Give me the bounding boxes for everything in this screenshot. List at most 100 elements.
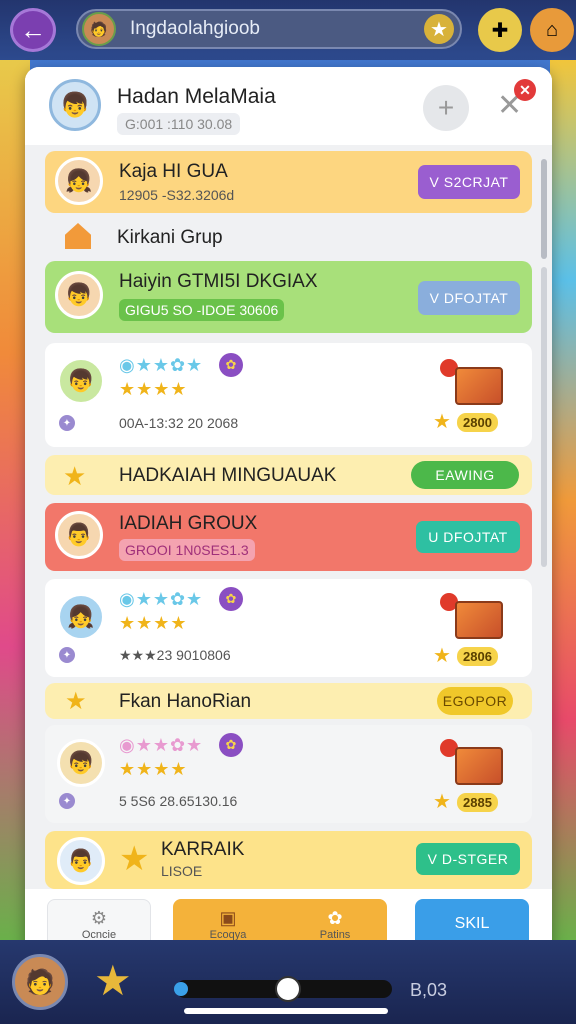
top-bar: ← 🧑 Ingdaolahgioob ★ ✚ ⌂ — [0, 0, 576, 60]
tab-patins[interactable]: ✿ Patins — [320, 908, 351, 941]
rating-stars: ◉★★✿★ — [119, 355, 204, 375]
close-badge: ✕ — [514, 79, 536, 101]
rating-stars: ◉★★✿★ — [119, 735, 204, 755]
gift-icon: ✚ — [491, 19, 509, 42]
avatar: 👨 — [57, 837, 105, 885]
player-avatar[interactable]: 🧑 — [12, 954, 68, 1010]
row-name: Haiyin GTMI5I DKGIAX — [119, 271, 318, 292]
list-item[interactable]: 👦 Haiyin GTMI5I DKGIAX GIGU5 SO -IDOE 30… — [45, 261, 532, 333]
section-header: ★ HADKAIAH MINGUAUAK EAWING — [45, 455, 532, 495]
coin-value: 2885 — [457, 793, 498, 812]
avatar: 👧 — [55, 157, 103, 205]
avatar: 👦 — [57, 739, 105, 787]
row-action-button[interactable]: V D-STGER — [416, 843, 520, 875]
group-panel: 👦 Hadan MelaMaia G:001 :110 30.08 + ✕ ✕ … — [25, 67, 552, 957]
search-text: Ingdaolahgioob — [130, 18, 260, 39]
avatar: 👧 — [57, 593, 105, 641]
slider-start-dot — [174, 982, 188, 996]
add-button[interactable]: + — [423, 85, 469, 131]
rating-stars: ★★★★ — [119, 379, 188, 399]
background-right — [550, 60, 576, 940]
coin-value: 2806 — [457, 647, 498, 666]
row-sub: GIGU5 SO -IDOE 30606 — [119, 299, 285, 321]
avatar: 👦 — [57, 357, 105, 405]
section-title: Fkan HanoRian — [119, 691, 252, 712]
section-button[interactable]: EGOPOR — [437, 687, 513, 715]
list-item[interactable]: 👨 IADIAH GROUX GROOI 1N0SES1.3 U DFOJTAT — [45, 503, 532, 571]
rating-stars: ◉★★✿★ — [119, 589, 204, 609]
row-name: IADIAH GROUX — [119, 513, 258, 534]
plus-icon: + — [437, 92, 455, 123]
row-action-button[interactable]: V S2CRJAT — [418, 165, 520, 199]
back-icon: ← — [20, 14, 46, 45]
section-title: Kirkani Grup — [117, 227, 223, 248]
section-header: Kirkani Grup — [45, 217, 532, 257]
scrollbar[interactable] — [541, 159, 547, 259]
avatar: 👦 — [55, 271, 103, 319]
bottom-value: B,03 — [410, 980, 448, 1000]
home-indicator — [184, 1008, 388, 1014]
header-avatar: 👦 — [49, 79, 101, 131]
star-icon: ★ — [94, 957, 132, 1004]
avatar: 👨 — [55, 511, 103, 559]
star-icon: ★ — [433, 645, 451, 667]
row-sub: 5 5S6 28.65130.16 — [119, 793, 238, 809]
home-icon: ⌂ — [545, 18, 559, 41]
coin-value: 2800 — [457, 413, 498, 432]
home-button[interactable]: ⌂ — [530, 8, 574, 52]
badge-icon: ✿ — [219, 587, 243, 611]
star-icon: ★ — [65, 688, 87, 715]
gear-icon: ✿ — [327, 907, 343, 928]
row-name: Kaja HI GUA — [119, 161, 228, 182]
row-action-button[interactable]: V DFOJTAT — [418, 281, 520, 315]
badge-icon: ✿ — [219, 353, 243, 377]
panel-title: Hadan MelaMaia — [117, 85, 276, 108]
box-icon: ▣ — [219, 907, 237, 928]
row-sub: LISOE — [161, 863, 203, 879]
back-button[interactable]: ← — [10, 8, 56, 52]
star-icon: ★ — [63, 461, 87, 491]
row-name: KARRAIK — [161, 839, 245, 860]
treasure-box-icon — [455, 367, 503, 405]
badge-icon: ✿ — [219, 733, 243, 757]
rating-stars: ★★★★ — [119, 759, 188, 779]
star-icon: ★ — [433, 791, 451, 813]
tab-label: Patins — [319, 928, 351, 941]
info-icon: ✦ — [59, 415, 75, 431]
treasure-box-icon — [455, 747, 503, 785]
info-icon: ✦ — [59, 793, 75, 809]
gear-icon: ⚙ — [90, 907, 108, 928]
list-item[interactable]: 👨 ★ KARRAIK LISOE V D-STGER — [45, 831, 532, 889]
row-sub: GROOI 1N0SES1.3 — [119, 539, 255, 561]
scrollbar-track — [541, 267, 547, 567]
progress-slider[interactable] — [174, 976, 392, 1002]
list-item[interactable]: 👦 ◉★★✿★ ✿ ★★★★ ✦ 00A-13:32 20 2068 ★ 280… — [45, 343, 532, 447]
star-icon: ★ — [433, 411, 451, 433]
row-sub: 00A-13:32 20 2068 — [119, 415, 239, 431]
treasure-box-icon — [455, 601, 503, 639]
panel-header: 👦 Hadan MelaMaia G:001 :110 30.08 + ✕ ✕ — [25, 67, 552, 145]
row-sub: ★★★23 9010806 — [119, 647, 231, 663]
info-icon: ✦ — [59, 647, 75, 663]
row-action-button[interactable]: U DFOJTAT — [416, 521, 520, 553]
list-item[interactable]: 👧 ◉★★✿★ ✿ ★★★★ ✦ ★★★23 9010806 ★ 2806 — [45, 579, 532, 677]
avatar: 🧑 — [82, 12, 116, 46]
section-header: ★ Fkan HanoRian EGOPOR — [45, 683, 532, 719]
tab-label: Ecoqya — [209, 928, 247, 941]
list-item[interactable]: 👧 Kaja HI GUA 12905 -S32.3206d V S2CRJAT — [45, 151, 532, 213]
gift-button[interactable]: ✚ — [478, 8, 522, 52]
star-icon[interactable]: ★ — [424, 14, 454, 44]
row-sub: 12905 -S32.3206d — [119, 187, 235, 203]
panel-subtitle: G:001 :110 30.08 — [117, 113, 241, 135]
section-title: HADKAIAH MINGUAUAK — [119, 465, 337, 486]
tab-label: SKIL — [454, 915, 490, 932]
rating-stars: ★★★★ — [119, 613, 188, 633]
section-button[interactable]: EAWING — [411, 461, 519, 489]
star-icon: ★ — [119, 840, 150, 878]
tab-label: Ocncie — [81, 928, 117, 941]
list-item[interactable]: 👦 ◉★★✿★ ✿ ★★★★ ✦ 5 5S6 28.65130.16 ★ 288… — [45, 725, 532, 823]
group-list[interactable]: 👧 Kaja HI GUA 12905 -S32.3206d V S2CRJAT… — [25, 145, 552, 889]
home-icon — [65, 223, 91, 249]
search-bar[interactable]: 🧑 Ingdaolahgioob ★ — [76, 9, 462, 49]
tab-ecoqya-item[interactable]: ▣ Ecoqya — [210, 908, 247, 941]
